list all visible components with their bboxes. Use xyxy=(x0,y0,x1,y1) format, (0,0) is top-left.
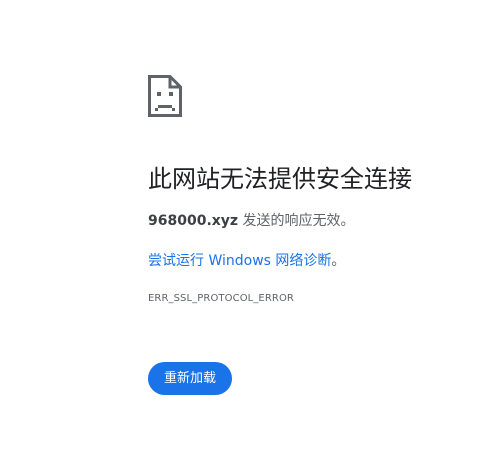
page-title: 此网站无法提供安全连接 xyxy=(148,165,412,193)
network-diagnostics-link[interactable]: 尝试运行 Windows 网络诊断 xyxy=(148,253,331,269)
hostname: 968000.xyz xyxy=(148,213,239,229)
sad-document-icon xyxy=(148,75,182,117)
reload-button[interactable]: 重新加载 xyxy=(148,362,232,395)
error-code: ERR_SSL_PROTOCOL_ERROR xyxy=(148,293,294,304)
suggestion: 尝试运行 Windows 网络诊断。 xyxy=(148,251,345,271)
description-text: 发送的响应无效。 xyxy=(238,213,355,229)
suggestion-suffix: 。 xyxy=(331,253,346,269)
error-page: 此网站无法提供安全连接 968000.xyz 发送的响应无效。 尝试运行 Win… xyxy=(0,0,491,462)
error-description: 968000.xyz 发送的响应无效。 xyxy=(148,211,355,231)
